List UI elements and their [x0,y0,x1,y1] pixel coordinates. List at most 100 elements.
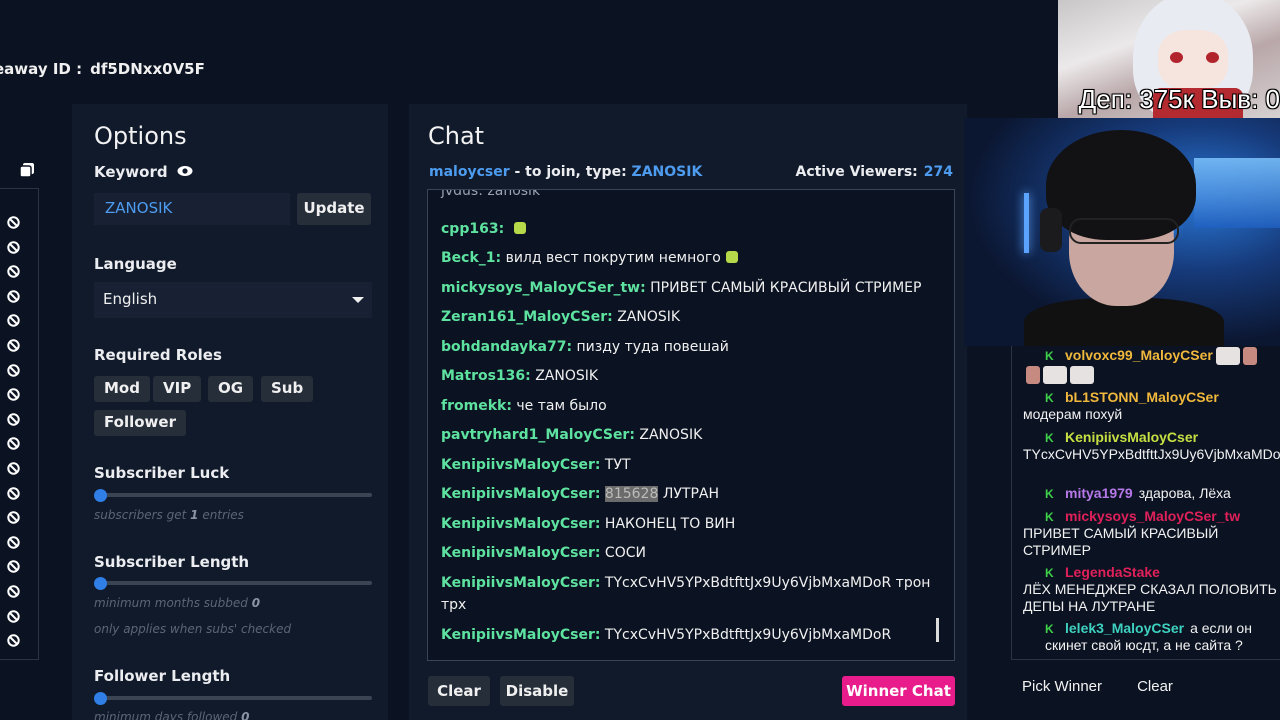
stream-chat-username[interactable]: mickysoys_MaloyCSer_tw [1065,508,1240,524]
moderator-badge-icon: K [1045,566,1054,580]
language-select[interactable]: English [94,282,372,318]
moderator-badge-icon: K [1045,349,1054,363]
ban-icon[interactable] [7,509,20,524]
role-follower-button[interactable]: Follower [94,410,186,436]
ban-icon[interactable] [7,485,20,500]
chat-username[interactable]: mickysoys_MaloyCSer_tw: [441,280,646,296]
required-roles-label: Required Roles [94,346,222,364]
ban-icon[interactable] [7,558,20,574]
eye-icon[interactable] [177,165,193,177]
ban-icon[interactable] [7,263,20,278]
winner-chat-button[interactable]: Winner Chat [842,676,955,706]
overlay-clear-button[interactable]: Clear [1123,674,1187,702]
giveaway-id-value: df5DNxx0V5F [90,60,205,78]
role-mod-button[interactable]: Mod [94,376,150,402]
ban-icon[interactable] [7,608,20,623]
stream-chat-username[interactable]: lelek3_MaloyCSer [1065,620,1184,636]
options-title: Options [94,122,187,150]
subscriber-length-track[interactable] [100,581,372,585]
chat-username[interactable]: Zeran161_MaloyCSer: [441,309,613,325]
join-text: - to join, type: [514,164,627,180]
subscriber-length-hint: minimum months subbed 0 [94,596,261,610]
stream-chat-username[interactable]: volvoxc99_MaloyCSer [1065,347,1213,363]
chat-message: pavtryhard1_MaloyCSer: ZANOSIK [441,424,941,446]
ban-icon[interactable] [7,337,20,352]
chat-text: вилд вест покрутим немного [505,250,721,266]
moderator-badge-icon: K [1045,510,1054,524]
ban-icon[interactable] [7,534,20,549]
stream-chat-overlay: Kvolvoxc99_MaloyCSer KbL1STONN_MaloyCSer м… [1011,346,1280,660]
copy-icon[interactable] [19,162,35,178]
chat-text: пизду туда повешай [576,339,729,355]
subscriber-length-label: Subscriber Length [94,553,250,571]
pick-winner-button[interactable]: Pick Winner [1011,674,1113,702]
emote-icon [725,251,738,263]
chat-username[interactable]: Beck_1: [441,250,501,266]
deposit-withdraw-overlay: Деп: 375к Выв: 0 [1078,84,1280,114]
ban-icon[interactable] [7,460,20,475]
emote-icon [1215,347,1240,366]
ban-icon[interactable] [7,312,20,328]
ban-icon[interactable] [7,386,20,401]
follower-length-label: Follower Length [94,667,231,685]
active-viewers-label: Active Viewers: [795,164,918,180]
keyword-input[interactable]: ZANOSIK [94,193,290,225]
chat-username[interactable]: KenipiivsMaloyCser: [441,627,600,643]
stream-chat-line: K KenipiivsMaloyCser TYcxCvHV5YPxBdtfttJx9… [1023,429,1280,463]
subscriber-luck-track[interactable] [100,493,372,497]
chat-text: ZANOSIK [535,368,599,384]
stream-chat-line: K LegendaStake ЛЁХ МЕНЕДЖЕР СКАЗАЛ ПОЛОВИТ… [1023,564,1280,615]
stream-chat-username[interactable]: bL1STONN_MaloyCSer [1065,389,1219,405]
stream-chat-username[interactable]: mitya1979 [1065,485,1133,501]
chat-username[interactable]: KenipiivsMaloyCser: [441,575,600,591]
disable-button[interactable]: Disable [500,676,574,706]
moderator-badge-icon: K [1045,622,1054,636]
chat-username[interactable]: KenipiivsMaloyCser: [441,486,600,502]
chat-username[interactable]: pavtryhard1_MaloyCSer: [441,427,635,443]
stream-chat-text: ПРИВЕТ САМЫЙ КРАСИВЫЙ СТРИМЕР [1023,525,1219,558]
ban-icon[interactable] [7,214,20,229]
ban-icon[interactable] [7,632,20,647]
role-sub-button[interactable]: Sub [261,376,314,402]
join-channel: maloycser [429,164,510,180]
ban-icon[interactable] [7,435,20,451]
stream-chat-username[interactable]: KenipiivsMaloyCser [1065,429,1198,445]
ban-icon[interactable] [7,411,20,426]
role-og-button[interactable]: OG [208,376,254,402]
chat-username[interactable]: KenipiivsMaloyCser: [441,516,600,532]
stream-chat-username[interactable]: LegendaStake [1065,564,1160,580]
chat-username[interactable]: KenipiivsMaloyCser: [441,457,600,473]
stream-chat-line: Klelek3_MaloyCSer а если он скинет свой ю… [1045,620,1280,654]
chat-username[interactable]: bohdandayka77: [441,339,572,355]
follower-length-track[interactable] [100,696,372,700]
chat-title: Chat [428,122,485,150]
ban-icon[interactable] [7,657,20,659]
chat-username[interactable]: fromekk: [441,398,512,414]
ban-icon[interactable] [7,362,20,377]
ban-icon[interactable] [7,288,20,303]
chat-message: mickysoys_MaloyCSer_tw: ПРИВЕТ САМЫЙ КРА… [441,277,941,299]
ban-icon[interactable] [7,583,20,598]
chat-text: ПРИВЕТ САМЫЙ КРАСИВЫЙ СТРИМЕР [650,280,922,296]
clear-button[interactable]: Clear [428,676,490,706]
chat-message: Matros136: ZANOSIK [441,365,941,387]
role-vip-button[interactable]: VIP [153,376,202,402]
emote-icon [1242,347,1257,366]
follower-length-slider[interactable] [94,692,107,705]
subscriber-luck-slider[interactable] [94,489,107,502]
chevron-down-icon [352,297,364,303]
chat-username[interactable]: KenipiivsMaloyCser: [441,545,600,561]
avatar-eye-left [1170,52,1183,63]
stream-chat-text: ЛЁХ МЕНЕДЖЕР СКАЗАЛ ПОЛОВИТЬ ДЕПЫ НА ЛУТ… [1023,581,1277,614]
subscriber-length-slider[interactable] [94,577,107,590]
follower-length-hint: minimum days followed 0 [94,710,250,720]
stream-chat-line: Kmickysoys_MaloyCSer_tw ПРИВЕТ САМЫЙ КРАС… [1023,508,1280,559]
subscriber-length-note: only applies when subs' checked [94,622,292,636]
update-button[interactable]: Update [297,193,371,225]
chat-log[interactable]: jvdus: zanosik cpp163: Beck_1: вилд вест… [427,189,955,661]
chat-highlight: 815628 [604,486,659,502]
chat-username[interactable]: Matros136: [441,368,531,384]
ban-icon[interactable] [7,239,20,254]
stream-chat-line: Kmitya1979 здарова, Лёха [1045,485,1280,502]
chat-username[interactable]: cpp163: [441,221,504,237]
